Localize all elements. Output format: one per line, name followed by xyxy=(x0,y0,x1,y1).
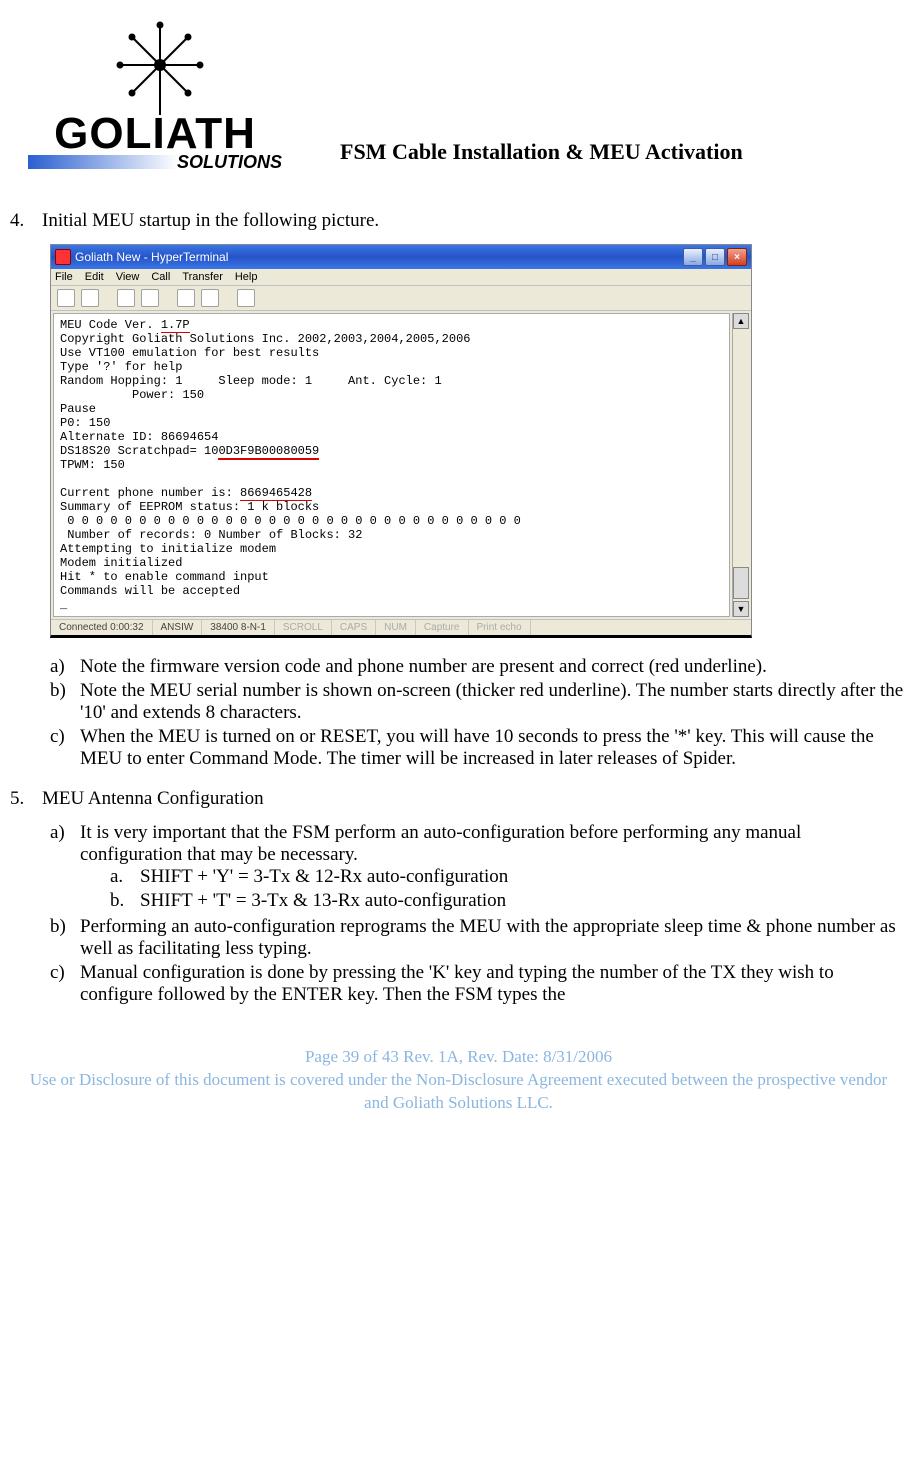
page-title: FSM Cable Installation & MEU Activation xyxy=(340,139,743,175)
menu-edit[interactable]: Edit xyxy=(85,271,104,283)
scroll-up-icon[interactable]: ▲ xyxy=(733,313,749,329)
status-caps: CAPS xyxy=(332,620,376,635)
note-marker: a) xyxy=(50,656,80,678)
titlebar: Goliath New - HyperTerminal _ □ × xyxy=(51,245,751,269)
note-text: Note the MEU serial number is shown on-s… xyxy=(80,680,907,724)
note-marker: b. xyxy=(110,890,140,912)
status-connected: Connected 0:00:32 xyxy=(51,620,153,635)
menu-file[interactable]: File xyxy=(55,271,73,283)
toolbar-new-icon[interactable] xyxy=(57,289,75,307)
menubar: File Edit View Call Transfer Help xyxy=(51,269,751,286)
minimize-button[interactable]: _ xyxy=(683,248,703,266)
terminal-output: MEU Code Ver. 1.7P Copyright Goliath Sol… xyxy=(53,313,730,617)
status-scroll: SCROLL xyxy=(275,620,332,635)
step-number: 5. xyxy=(10,788,42,810)
note-text: It is very important that the FSM perfor… xyxy=(80,822,907,866)
status-num: NUM xyxy=(376,620,416,635)
note-text: SHIFT + 'Y' = 3-Tx & 12-Rx auto-configur… xyxy=(140,866,907,888)
svg-text:GOLIATH: GOLIATH xyxy=(54,109,256,158)
svg-text:SOLUTIONS: SOLUTIONS xyxy=(177,152,282,172)
status-emulation: ANSIW xyxy=(153,620,203,635)
note-marker: b) xyxy=(50,916,80,960)
note-text: SHIFT + 'T' = 3-Tx & 13-Rx auto-configur… xyxy=(140,890,907,912)
toolbar-send-icon[interactable] xyxy=(177,289,195,307)
toolbar-props-icon[interactable] xyxy=(237,289,255,307)
statusbar: Connected 0:00:32 ANSIW 38400 8-N-1 SCRO… xyxy=(51,619,751,635)
toolbar-hangup-icon[interactable] xyxy=(141,289,159,307)
toolbar xyxy=(51,286,751,311)
scrollbar[interactable]: ▲ ▼ xyxy=(732,313,749,617)
menu-view[interactable]: View xyxy=(116,271,140,283)
note-marker: a. xyxy=(110,866,140,888)
note-text: Note the firmware version code and phone… xyxy=(80,656,907,678)
app-icon xyxy=(55,249,71,265)
menu-help[interactable]: Help xyxy=(235,271,258,283)
meu-serial: 0D3F9B00080059 xyxy=(218,444,319,460)
firmware-version: 1.7P xyxy=(161,318,190,333)
menu-transfer[interactable]: Transfer xyxy=(182,271,223,283)
step-number: 4. xyxy=(10,210,42,232)
step-text: Initial MEU startup in the following pic… xyxy=(42,210,907,232)
goliath-logo: GOLIATH SOLUTIONS xyxy=(10,20,300,175)
hyperterminal-window: Goliath New - HyperTerminal _ □ × File E… xyxy=(50,244,752,638)
note-text: When the MEU is turned on or RESET, you … xyxy=(80,726,907,770)
note-text: Performing an auto-configuration reprogr… xyxy=(80,916,907,960)
note-marker: a) xyxy=(50,822,80,914)
status-echo: Print echo xyxy=(469,620,531,635)
scroll-thumb[interactable] xyxy=(733,567,749,599)
status-capture: Capture xyxy=(416,620,469,635)
footer-line1: Page 39 of 43 Rev. 1A, Rev. Date: 8/31/2… xyxy=(18,1046,899,1069)
toolbar-open-icon[interactable] xyxy=(81,289,99,307)
phone-number: 8669465428 xyxy=(240,486,312,501)
toolbar-receive-icon[interactable] xyxy=(201,289,219,307)
menu-call[interactable]: Call xyxy=(151,271,170,283)
status-settings: 38400 8-N-1 xyxy=(202,620,275,635)
note-text: Manual configuration is done by pressing… xyxy=(80,962,907,1006)
note-marker: b) xyxy=(50,680,80,724)
note-marker: c) xyxy=(50,962,80,1006)
toolbar-call-icon[interactable] xyxy=(117,289,135,307)
step-text: MEU Antenna Configuration xyxy=(42,788,907,810)
note-marker: c) xyxy=(50,726,80,770)
maximize-button[interactable]: □ xyxy=(705,248,725,266)
footer: Page 39 of 43 Rev. 1A, Rev. Date: 8/31/2… xyxy=(10,1046,907,1115)
scroll-down-icon[interactable]: ▼ xyxy=(733,601,749,617)
close-button[interactable]: × xyxy=(727,248,747,266)
footer-line2: Use or Disclosure of this document is co… xyxy=(18,1069,899,1115)
window-title-text: Goliath New - HyperTerminal xyxy=(75,250,228,264)
